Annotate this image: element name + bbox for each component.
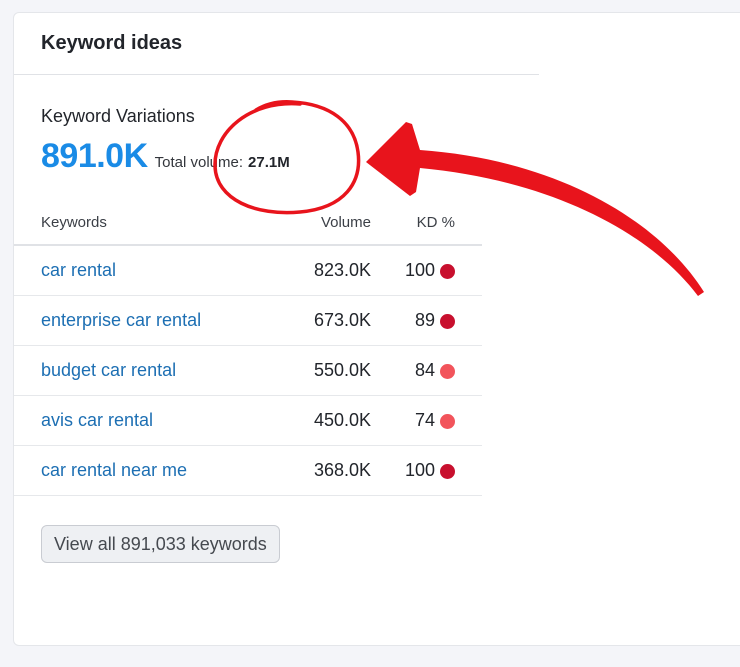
card-title: Keyword ideas [41,32,183,54]
table-header: Keywords Volume KD % [14,198,482,246]
kd-indicator-dot [440,314,455,329]
keyword-link[interactable]: car rental near me [41,460,187,481]
keyword-difficulty: 84 [414,360,435,380]
table-row: enterprise car rental 673.0K 89 [14,296,482,346]
kd-indicator-dot [440,464,455,479]
keyword-link[interactable]: car rental [41,260,116,281]
keyword-variations-summary: 891.0K Total volume: 27.1M [41,137,290,176]
column-header-kd: KD % [416,214,455,231]
total-volume-value: 27.1M [248,154,290,171]
kd-indicator-dot [440,414,455,429]
kd-indicator-dot [440,264,455,279]
table-row: car rental 823.0K 100 [14,246,482,296]
table-row: car rental near me 368.0K 100 [14,446,482,496]
keyword-variations-label: Keyword Variations [41,106,195,126]
total-volume-label: Total volume: [154,154,244,171]
keyword-volume: 823.0K [313,260,371,280]
keyword-difficulty: 100 [404,460,435,480]
keywords-table: Keywords Volume KD % car rental 823.0K 1… [14,198,482,496]
view-all-keywords-button[interactable]: View all 891,033 keywords [41,525,280,563]
keyword-difficulty: 100 [404,260,435,280]
kd-indicator-dot [440,364,455,379]
keyword-volume: 368.0K [313,460,371,480]
keyword-link[interactable]: budget car rental [41,360,176,381]
keyword-difficulty: 89 [414,310,435,330]
keyword-volume: 550.0K [313,360,371,380]
keyword-volume: 450.0K [313,410,371,430]
table-row: budget car rental 550.0K 84 [14,346,482,396]
keyword-volume: 673.0K [313,310,371,330]
table-row: avis car rental 450.0K 74 [14,396,482,446]
keyword-ideas-card: Keyword ideas Keyword Variations 891.0K … [13,12,740,646]
keyword-link[interactable]: enterprise car rental [41,310,201,331]
keyword-difficulty: 74 [414,410,435,430]
column-header-volume: Volume [320,214,371,231]
column-header-keywords: Keywords [41,214,107,231]
keyword-link[interactable]: avis car rental [41,410,153,431]
card-header: Keyword ideas [14,13,539,75]
keyword-variations-count: 891.0K [41,137,148,175]
